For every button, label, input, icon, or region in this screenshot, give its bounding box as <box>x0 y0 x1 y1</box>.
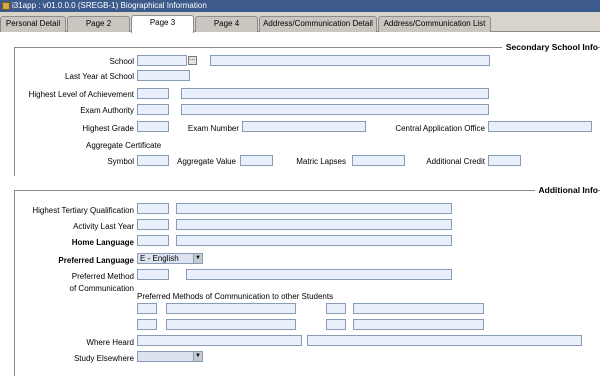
school-name-field[interactable] <box>210 55 490 66</box>
aggregate-value-field[interactable] <box>240 155 273 166</box>
method-other-2-desc-field[interactable] <box>353 303 484 314</box>
highest-grade-field[interactable] <box>137 121 169 132</box>
app-icon <box>2 2 10 10</box>
chevron-down-icon: ▼ <box>193 352 202 361</box>
tab-personal-detail[interactable]: Personal Detail <box>0 16 66 32</box>
home-language-label: Home Language <box>71 238 134 247</box>
preferred-method-desc-field[interactable] <box>186 269 452 280</box>
preferred-method-label-line2: of Communication <box>69 284 134 293</box>
preferred-language-select[interactable]: E - English ▼ <box>137 253 203 264</box>
additional-credit-label: Additional Credit <box>426 157 485 166</box>
last-year-label: Last Year at School <box>65 72 134 81</box>
symbol-field[interactable] <box>137 155 169 166</box>
highest-tertiary-desc-field[interactable] <box>176 203 452 214</box>
activity-last-year-label: Activity Last Year <box>73 222 134 231</box>
method-other-4-desc-field[interactable] <box>353 319 484 330</box>
highest-grade-label: Highest Grade <box>82 124 134 133</box>
symbol-label: Symbol <box>107 157 134 166</box>
last-year-field[interactable] <box>137 70 190 81</box>
additional-info-section: Additional Info <box>14 185 600 376</box>
matric-lapses-label: Matric Lapses <box>296 157 346 166</box>
study-elsewhere-label: Study Elsewhere <box>73 354 134 363</box>
activity-last-year-code-field[interactable] <box>137 219 169 230</box>
tab-page-3[interactable]: Page 3 <box>131 15 194 33</box>
tab-page-4[interactable]: Page 4 <box>195 16 258 32</box>
where-heard-code-field[interactable] <box>137 335 302 346</box>
method-other-3-code-field[interactable] <box>137 319 157 330</box>
methods-other-students-label: Preferred Methods of Communication to ot… <box>137 292 334 301</box>
exam-authority-label: Exam Authority <box>80 106 134 115</box>
window-title: i31app : v01.0.0.0 (SREGB-1) Biographica… <box>12 1 207 10</box>
method-other-1-code-field[interactable] <box>137 303 157 314</box>
method-other-1-desc-field[interactable] <box>166 303 296 314</box>
chevron-down-icon: ▼ <box>193 254 202 263</box>
tab-address-communication-list[interactable]: Address/Communication List <box>378 16 491 32</box>
preferred-language-label: Preferred Language <box>58 256 134 265</box>
where-heard-label: Where Heard <box>86 338 134 347</box>
aggregate-certificate-label: Aggregate Certificate <box>86 141 162 150</box>
additional-credit-field[interactable] <box>488 155 521 166</box>
matric-lapses-field[interactable] <box>352 155 405 166</box>
home-language-desc-field[interactable] <box>176 235 452 246</box>
method-other-2-code-field[interactable] <box>326 303 346 314</box>
preferred-language-value: E - English <box>140 254 179 263</box>
preferred-method-label-line1: Preferred Method <box>71 272 134 281</box>
highest-level-desc-field[interactable] <box>181 88 489 99</box>
where-heard-desc-field[interactable] <box>307 335 582 346</box>
window-titlebar: i31app : v01.0.0.0 (SREGB-1) Biographica… <box>0 0 600 12</box>
activity-last-year-desc-field[interactable] <box>176 219 452 230</box>
highest-level-code-field[interactable] <box>137 88 169 99</box>
school-label: School <box>109 57 134 66</box>
central-office-label: Central Application Office <box>395 124 485 133</box>
tab-bar: Personal Detail Page 2 Page 3 Page 4 Add… <box>0 12 600 33</box>
secondary-school-title: Secondary School Info <box>501 42 598 52</box>
highest-level-label: Highest Level of Achievement <box>28 90 134 99</box>
method-other-4-code-field[interactable] <box>326 319 346 330</box>
highest-tertiary-code-field[interactable] <box>137 203 169 214</box>
central-office-field[interactable] <box>488 121 592 132</box>
home-language-code-field[interactable] <box>137 235 169 246</box>
exam-authority-desc-field[interactable] <box>181 104 489 115</box>
additional-info-title: Additional Info <box>534 185 598 195</box>
exam-number-label: Exam Number <box>187 124 239 133</box>
tab-address-communication-detail[interactable]: Address/Communication Detail <box>259 16 377 32</box>
preferred-method-code-field[interactable] <box>137 269 169 280</box>
highest-tertiary-label: Highest Tertiary Qualification <box>32 206 134 215</box>
school-code-field[interactable] <box>137 55 187 66</box>
method-other-3-desc-field[interactable] <box>166 319 296 330</box>
school-lookup-button[interactable]: ... <box>188 55 197 65</box>
exam-authority-code-field[interactable] <box>137 104 169 115</box>
study-elsewhere-select[interactable]: ▼ <box>137 351 203 362</box>
tab-page-2[interactable]: Page 2 <box>67 16 130 32</box>
aggregate-value-label: Aggregate Value <box>176 157 236 166</box>
exam-number-field[interactable] <box>242 121 366 132</box>
